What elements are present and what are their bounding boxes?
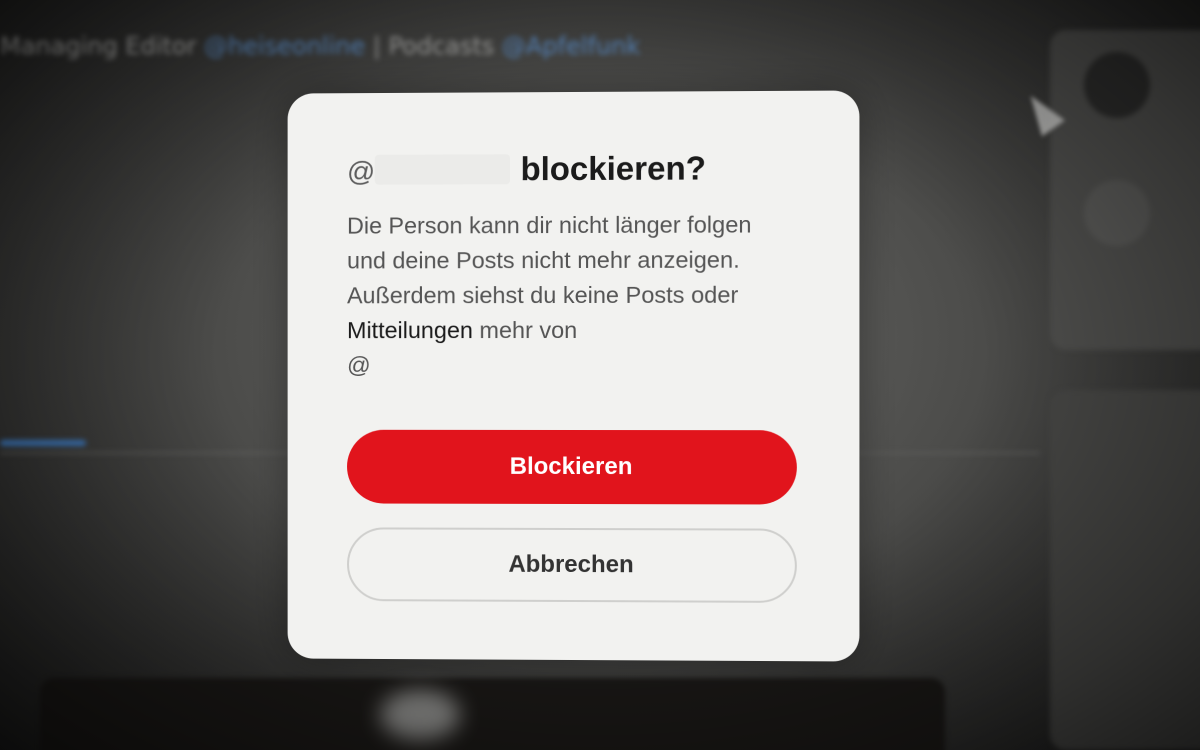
bg-active-tab-indicator — [0, 440, 86, 446]
message-at-symbol: @ — [347, 352, 371, 378]
message-part-1: Die Person kann dir nicht länger folgen … — [347, 211, 751, 308]
block-button-label: Blockieren — [510, 453, 633, 481]
dialog-message: Die Person kann dir nicht länger folgen … — [347, 207, 787, 383]
message-highlight: Mitteilungen — [347, 317, 473, 343]
title-action: blockieren? — [521, 149, 706, 187]
bg-avatar — [1084, 180, 1150, 246]
bg-sidebar-card — [1050, 30, 1200, 350]
bg-sidebar-card — [1050, 390, 1200, 750]
cancel-button-label: Abbrechen — [508, 551, 633, 579]
bg-link-apfelfunk: @Apfelfunk — [502, 32, 640, 60]
bg-profile-bio: Managing Editor @heiseonline | Podcasts … — [0, 32, 640, 60]
redacted-username — [375, 154, 510, 184]
bg-media-highlight — [380, 690, 460, 740]
dialog-title: @ blockieren? — [347, 149, 817, 195]
bg-avatar — [1084, 52, 1150, 118]
screen: Managing Editor @heiseonline | Podcasts … — [0, 0, 1200, 750]
title-at-symbol: @ — [347, 156, 375, 187]
block-confirmation-dialog: @ blockieren? Die Person kann dir nicht l… — [288, 90, 860, 661]
block-button[interactable]: Blockieren — [347, 430, 797, 505]
bg-media-preview — [40, 678, 945, 750]
cancel-button[interactable]: Abbrechen — [347, 527, 797, 603]
bg-link-heiseonline: @heiseonline — [204, 32, 365, 60]
message-part-2: mehr von — [473, 317, 577, 343]
